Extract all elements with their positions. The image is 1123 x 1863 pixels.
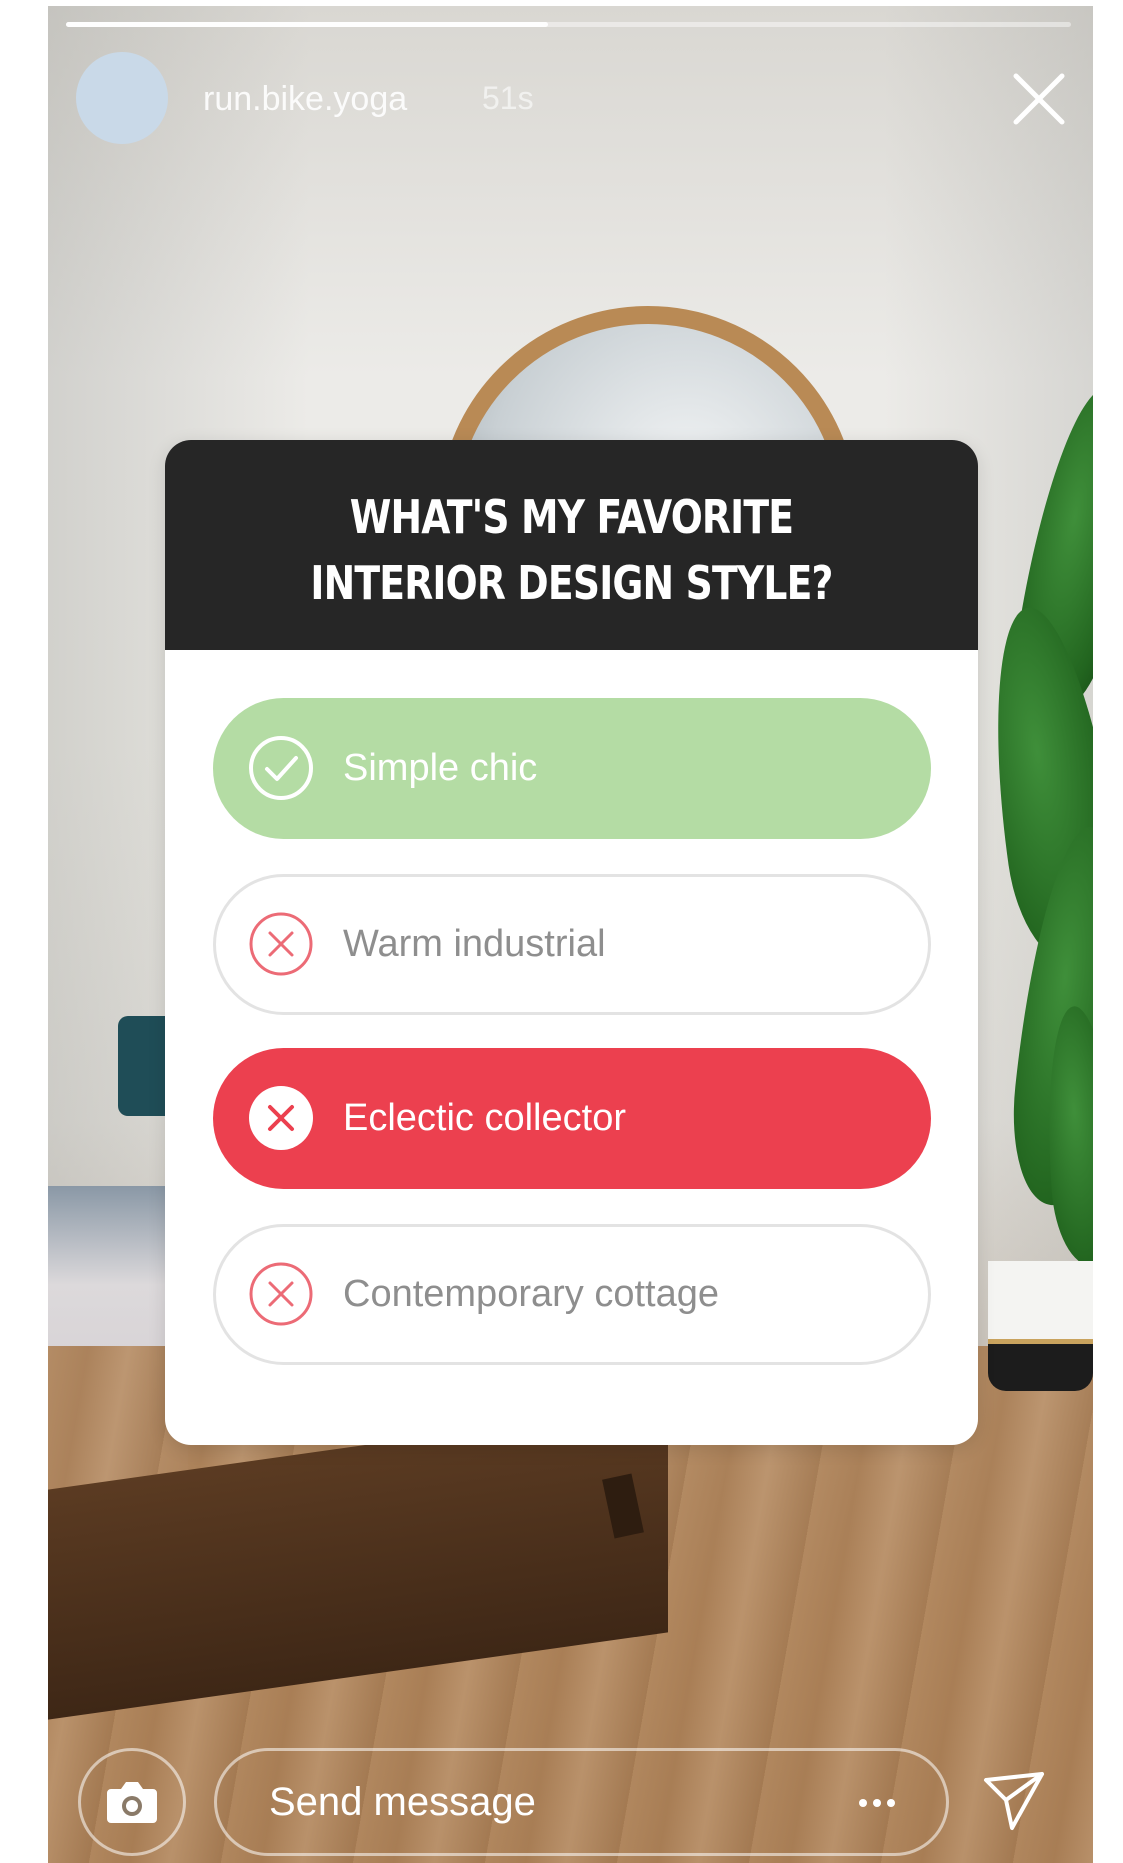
close-icon bbox=[1013, 73, 1065, 125]
quiz-poll-sticker: WHAT'S MY FAVORITE INTERIOR DESIGN STYLE… bbox=[165, 440, 978, 1445]
x-circle-icon bbox=[249, 1086, 313, 1150]
story-progress-fill bbox=[66, 22, 549, 27]
x-circle-icon bbox=[249, 1262, 313, 1326]
camera-button[interactable] bbox=[78, 1748, 186, 1856]
poll-option-eclectic-collector[interactable]: Eclectic collector bbox=[213, 1048, 931, 1189]
poll-header: WHAT'S MY FAVORITE INTERIOR DESIGN STYLE… bbox=[165, 440, 978, 650]
send-message-input[interactable]: Send message bbox=[214, 1748, 949, 1856]
poll-option-contemporary-cottage[interactable]: Contemporary cottage bbox=[213, 1224, 931, 1365]
story-progress-bar bbox=[66, 22, 1071, 27]
poll-option-label: Eclectic collector bbox=[343, 1097, 626, 1139]
more-options-button[interactable] bbox=[847, 1781, 907, 1825]
poll-option-warm-industrial[interactable]: Warm industrial bbox=[213, 874, 931, 1015]
camera-icon bbox=[107, 1782, 157, 1823]
poll-question: WHAT'S MY FAVORITE INTERIOR DESIGN STYLE… bbox=[310, 490, 833, 610]
poll-option-label: Warm industrial bbox=[343, 923, 606, 965]
check-circle-icon bbox=[249, 736, 313, 800]
send-icon bbox=[984, 1772, 1044, 1830]
x-circle-icon bbox=[249, 912, 313, 976]
poll-option-simple-chic[interactable]: Simple chic bbox=[213, 698, 931, 839]
plant-pot bbox=[988, 1261, 1093, 1391]
reply-bar: Send message bbox=[48, 1740, 1093, 1863]
close-button[interactable] bbox=[1006, 66, 1072, 132]
timestamp: 51s bbox=[482, 80, 534, 116]
avatar[interactable] bbox=[76, 52, 168, 144]
send-message-placeholder: Send message bbox=[269, 1780, 536, 1824]
send-button[interactable] bbox=[978, 1764, 1050, 1836]
more-dots-icon bbox=[859, 1799, 895, 1807]
poll-option-label: Contemporary cottage bbox=[343, 1273, 719, 1315]
poll-option-label: Simple chic bbox=[343, 747, 538, 789]
username[interactable]: run.bike.yoga bbox=[203, 80, 407, 119]
